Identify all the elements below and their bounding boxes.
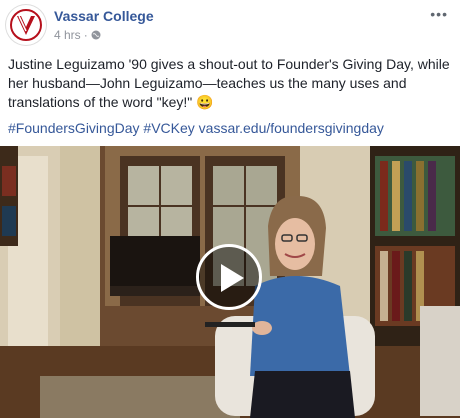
page-name-link[interactable]: Vassar College <box>54 8 154 24</box>
vassar-logo-icon <box>7 6 45 44</box>
page-avatar[interactable] <box>6 5 46 45</box>
meta-separator: · <box>83 28 88 42</box>
hashtag-vckey[interactable]: #VCKey <box>143 120 194 136</box>
hashtag-foundersgivingday[interactable]: #FoundersGivingDay <box>8 120 140 136</box>
timestamp[interactable]: 4 hrs <box>54 28 81 42</box>
video-player[interactable] <box>0 146 460 418</box>
post-message: Justine Leguizamo '90 gives a shout-out … <box>8 56 450 110</box>
play-button[interactable] <box>196 244 262 310</box>
post-header: Vassar College 4 hrs · ••• <box>0 0 460 50</box>
globe-icon[interactable] <box>91 30 101 40</box>
external-link[interactable]: vassar.edu/foundersgivingday <box>199 120 384 136</box>
post-meta: 4 hrs · <box>54 28 101 42</box>
play-icon <box>221 264 244 292</box>
more-options-button[interactable]: ••• <box>430 6 448 22</box>
post-links: #FoundersGivingDay #VCKey vassar.edu/fou… <box>8 119 456 138</box>
